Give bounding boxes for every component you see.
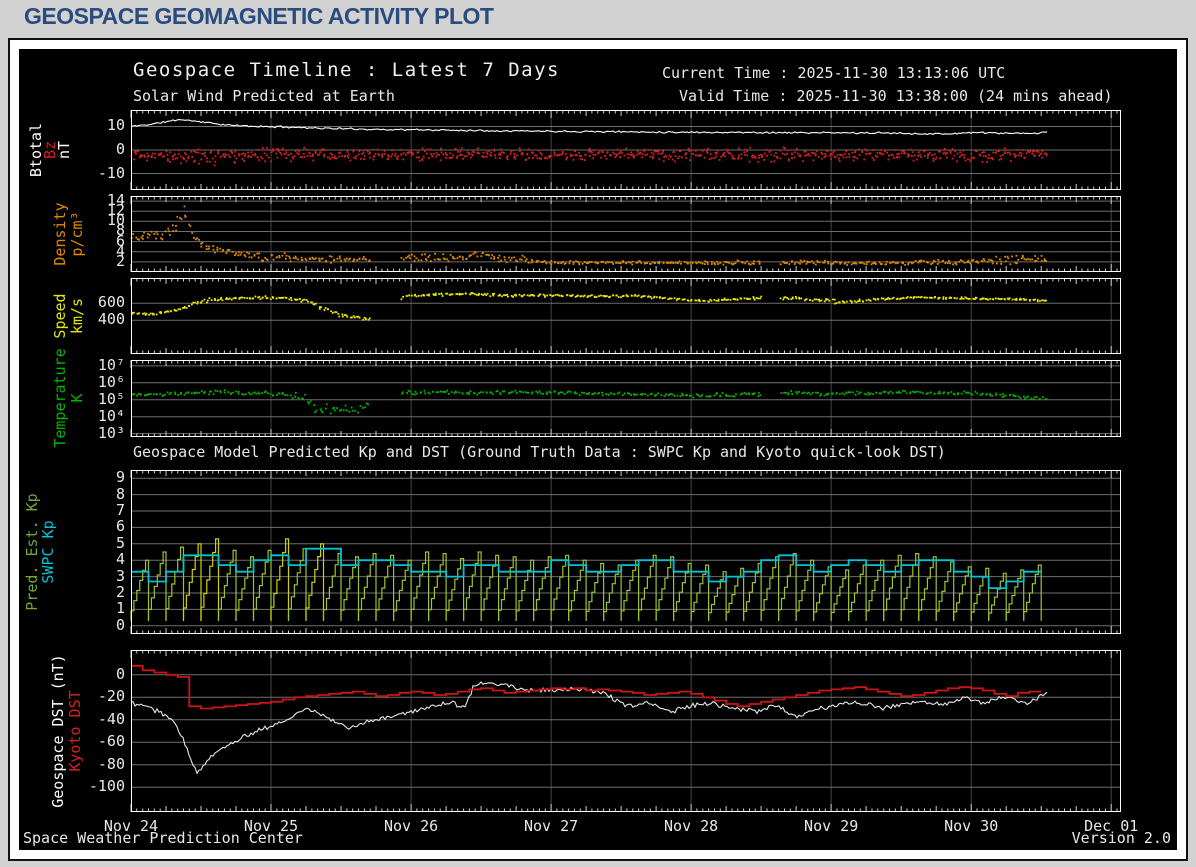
y-tick-label: 0	[115, 664, 125, 683]
panel-temp-chart	[130, 360, 1121, 437]
y-axis-title-density: Density	[51, 202, 69, 266]
panel-density-chart	[130, 196, 1121, 272]
y-tick-label: 10⁷	[97, 355, 125, 374]
x-axis-day-label: Nov 28	[664, 817, 719, 835]
section2-title: Geospace Model Predicted Kp and DST (Gro…	[133, 443, 946, 461]
y-tick-label: 5	[115, 533, 125, 552]
y-tick-label: 600	[97, 293, 125, 312]
x-axis-day-label: Nov 25	[243, 817, 299, 835]
x-axis-day-label: Nov 27	[523, 817, 579, 835]
panel-speed-chart	[130, 278, 1121, 354]
y-tick-label: 10⁵	[97, 389, 125, 408]
plot-frame: Geospace Timeline : Latest 7 Days Curren…	[8, 38, 1188, 861]
y-tick-label: 8	[115, 484, 125, 503]
y-tick-label: 7	[115, 501, 125, 519]
x-axis-day-label: Nov 24	[103, 817, 159, 835]
y-tick-label: 10⁶	[97, 372, 125, 391]
y-axis-title-speed: Speed	[51, 293, 69, 339]
x-axis-day-label: Nov 30	[944, 817, 999, 835]
x-axis-day-label: Dec 01	[1084, 817, 1139, 835]
y-axis-title-swpc-kp: SWPC Kp	[39, 520, 57, 584]
x-axis-day-label: Nov 29	[804, 817, 859, 835]
panel-kp-chart	[130, 470, 1121, 634]
y-tick-label: 10⁴	[97, 406, 125, 425]
y-axis-title-geospace-dst: Geospace DST (nT)	[49, 654, 67, 808]
panel-imf-chart	[130, 110, 1121, 190]
panel-dst-chart	[130, 650, 1121, 812]
y-tick-label: -60	[97, 732, 125, 751]
y-tick-label: -40	[97, 709, 125, 728]
y-tick-label: -80	[97, 754, 125, 773]
y-tick-label: 0	[115, 615, 125, 634]
y-tick-label: 400	[97, 310, 125, 329]
y-tick-label: 10	[106, 116, 125, 135]
y-tick-label: 3	[115, 566, 125, 585]
y-tick-label: 0	[115, 140, 125, 158]
y-tick-label: -20	[97, 687, 125, 706]
y-tick-label: 2	[115, 583, 125, 601]
plot-canvas: Geospace Timeline : Latest 7 Days Curren…	[19, 49, 1177, 850]
page-title: GEOSPACE GEOMAGNETIC ACTIVITY PLOT	[24, 3, 494, 29]
y-tick-label: -10	[97, 163, 125, 182]
y-tick-label: 6	[115, 517, 125, 536]
y-tick-label: 4	[115, 550, 125, 569]
y-tick-label: 9	[115, 468, 125, 487]
valid-time-label: Valid Time : 2025-11-30 13:38:00 (24 min…	[679, 87, 1113, 105]
y-axis-title-temperature: Temperature	[51, 348, 69, 448]
x-axis-day-label: Nov 26	[383, 817, 439, 835]
y-axis-title-nt: nT	[55, 140, 73, 160]
plot-main-title: Geospace Timeline : Latest 7 Days	[133, 59, 560, 81]
y-tick-label: -100	[88, 777, 125, 796]
current-time-label: Current Time : 2025-11-30 13:13:06 UTC	[662, 64, 1006, 82]
y-tick-label: 2	[115, 251, 125, 270]
y-tick-label: 10³	[97, 423, 125, 442]
solar-wind-subtitle: Solar Wind Predicted at Earth	[133, 87, 395, 105]
y-tick-label: 1	[115, 599, 125, 618]
